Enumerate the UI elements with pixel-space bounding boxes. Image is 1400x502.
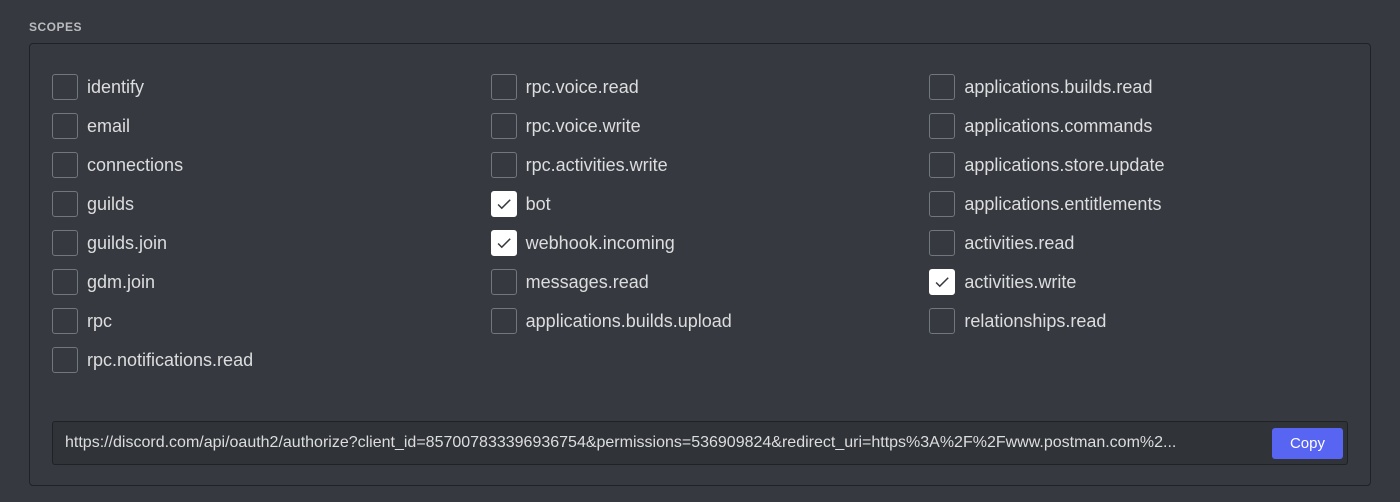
scope-checkbox-row[interactable]: rpc xyxy=(52,308,471,334)
checkbox[interactable] xyxy=(929,308,955,334)
generated-url-row: Copy xyxy=(52,421,1348,465)
check-icon xyxy=(495,234,513,252)
scope-label: rpc.activities.write xyxy=(526,155,668,176)
scope-label: applications.store.update xyxy=(964,155,1164,176)
scope-checkbox-row[interactable]: rpc.voice.read xyxy=(491,74,910,100)
scope-checkbox-row[interactable]: activities.write xyxy=(929,269,1348,295)
checkbox[interactable] xyxy=(52,269,78,295)
checkbox[interactable] xyxy=(491,269,517,295)
scopes-grid: identify email connections guilds guilds.joi… xyxy=(52,74,1348,373)
scope-label: activities.write xyxy=(964,272,1076,293)
scope-checkbox-row[interactable]: relationships.read xyxy=(929,308,1348,334)
scope-label: relationships.read xyxy=(964,311,1106,332)
scope-label: applications.commands xyxy=(964,116,1152,137)
generated-url-input[interactable] xyxy=(65,426,1256,460)
scopes-column-3: applications.builds.read applications.com… xyxy=(929,74,1348,373)
check-icon xyxy=(495,195,513,213)
scope-label: applications.builds.upload xyxy=(526,311,732,332)
scopes-panel: identify email connections guilds guilds.joi… xyxy=(29,43,1371,486)
scope-checkbox-row[interactable]: applications.commands xyxy=(929,113,1348,139)
scope-label: webhook.incoming xyxy=(526,233,675,254)
scope-checkbox-row[interactable]: webhook.incoming xyxy=(491,230,910,256)
scope-checkbox-row[interactable]: applications.store.update xyxy=(929,152,1348,178)
scope-checkbox-row[interactable]: guilds xyxy=(52,191,471,217)
scope-label: applications.builds.read xyxy=(964,77,1152,98)
scope-checkbox-row[interactable]: identify xyxy=(52,74,471,100)
scope-checkbox-row[interactable]: applications.entitlements xyxy=(929,191,1348,217)
checkbox[interactable] xyxy=(929,113,955,139)
scope-label: guilds.join xyxy=(87,233,167,254)
checkbox[interactable] xyxy=(491,308,517,334)
scope-checkbox-row[interactable]: activities.read xyxy=(929,230,1348,256)
checkbox[interactable] xyxy=(491,191,517,217)
section-title: SCOPES xyxy=(29,20,1371,34)
scope-label: email xyxy=(87,116,130,137)
copy-button[interactable]: Copy xyxy=(1272,428,1343,459)
scope-label: connections xyxy=(87,155,183,176)
checkbox[interactable] xyxy=(929,230,955,256)
scope-label: identify xyxy=(87,77,144,98)
scope-checkbox-row[interactable]: applications.builds.upload xyxy=(491,308,910,334)
checkbox[interactable] xyxy=(52,230,78,256)
checkbox[interactable] xyxy=(929,74,955,100)
scope-checkbox-row[interactable]: messages.read xyxy=(491,269,910,295)
checkbox[interactable] xyxy=(929,269,955,295)
checkbox[interactable] xyxy=(52,191,78,217)
checkbox[interactable] xyxy=(52,113,78,139)
checkbox[interactable] xyxy=(491,230,517,256)
scope-checkbox-row[interactable]: guilds.join xyxy=(52,230,471,256)
checkbox[interactable] xyxy=(491,152,517,178)
checkbox[interactable] xyxy=(929,191,955,217)
scope-label: rpc.voice.read xyxy=(526,77,639,98)
checkbox[interactable] xyxy=(929,152,955,178)
scope-checkbox-row[interactable]: bot xyxy=(491,191,910,217)
scope-checkbox-row[interactable]: email xyxy=(52,113,471,139)
checkbox[interactable] xyxy=(52,308,78,334)
checkbox[interactable] xyxy=(52,74,78,100)
scope-label: activities.read xyxy=(964,233,1074,254)
scopes-column-2: rpc.voice.read rpc.voice.write rpc.activit… xyxy=(491,74,910,373)
check-icon xyxy=(933,273,951,291)
checkbox[interactable] xyxy=(491,74,517,100)
scope-label: gdm.join xyxy=(87,272,155,293)
scope-checkbox-row[interactable]: rpc.voice.write xyxy=(491,113,910,139)
scope-checkbox-row[interactable]: connections xyxy=(52,152,471,178)
scope-label: rpc.voice.write xyxy=(526,116,641,137)
checkbox[interactable] xyxy=(491,113,517,139)
scope-label: guilds xyxy=(87,194,134,215)
scope-checkbox-row[interactable]: gdm.join xyxy=(52,269,471,295)
scope-label: rpc.notifications.read xyxy=(87,350,253,371)
scopes-column-1: identify email connections guilds guilds.joi… xyxy=(52,74,471,373)
scope-checkbox-row[interactable]: applications.builds.read xyxy=(929,74,1348,100)
scope-label: messages.read xyxy=(526,272,649,293)
scope-checkbox-row[interactable]: rpc.activities.write xyxy=(491,152,910,178)
scope-label: applications.entitlements xyxy=(964,194,1161,215)
checkbox[interactable] xyxy=(52,347,78,373)
scope-label: bot xyxy=(526,194,551,215)
scope-checkbox-row[interactable]: rpc.notifications.read xyxy=(52,347,471,373)
scope-label: rpc xyxy=(87,311,112,332)
checkbox[interactable] xyxy=(52,152,78,178)
